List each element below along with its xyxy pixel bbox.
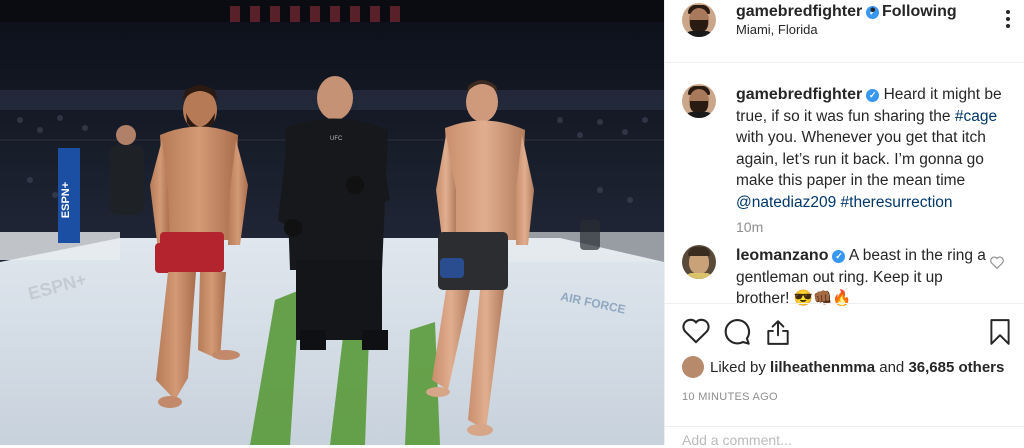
verified-badge-icon: ✓	[866, 89, 880, 102]
liker-avatar[interactable]	[682, 356, 704, 378]
comment-icon[interactable]	[723, 318, 751, 346]
likes-summary: Liked by lilheathenmma and 36,685 others	[682, 356, 1004, 378]
post-actions: Liked by lilheathenmma and 36,685 others…	[665, 303, 1024, 419]
svg-text:ESPN+: ESPN+	[60, 182, 72, 218]
bookmark-icon[interactable]	[989, 318, 1011, 346]
likes-prefix: Liked by	[710, 359, 771, 376]
post-header: gamebredfighter ✓ • Following Miami, Flor…	[665, 0, 1024, 63]
comment-text: leomanzano ✓ A beast in the ring a gentle…	[736, 245, 986, 310]
following-button[interactable]: Following	[882, 3, 957, 21]
commenter-username[interactable]: leomanzano	[736, 247, 828, 264]
share-icon[interactable]	[765, 318, 791, 346]
author-username-text[interactable]: gamebredfighter	[736, 3, 862, 20]
hashtag-cage[interactable]: #cage	[955, 108, 997, 125]
svg-text:UFC: UFC	[330, 136, 343, 142]
caption-author-avatar[interactable]	[682, 84, 716, 118]
heart-icon[interactable]	[682, 318, 710, 344]
likes-count[interactable]: 36,685 others	[908, 359, 1004, 376]
caption-time[interactable]: 10m	[736, 219, 763, 235]
author-username[interactable]: gamebredfighter ✓	[736, 3, 880, 21]
divider	[665, 426, 1024, 427]
comment-like-heart-icon[interactable]	[990, 256, 1004, 269]
hashtag-theresurrection[interactable]: #theresurrection	[841, 194, 953, 211]
add-comment-input[interactable]: Add a comment...	[682, 432, 792, 448]
author-avatar[interactable]	[682, 3, 716, 37]
post-photo[interactable]: ESPN+ AIR FORCE ESPN+ UFC	[0, 0, 664, 445]
instagram-post: ESPN+ AIR FORCE ESPN+ UFC gamebredfighte…	[0, 0, 1024, 448]
more-options-icon[interactable]	[1005, 10, 1011, 32]
post-timestamp[interactable]: 10 MINUTES AGO	[682, 391, 778, 403]
post-location[interactable]: Miami, Florida	[736, 22, 818, 37]
caption-author-username[interactable]: gamebredfighter	[736, 86, 862, 103]
caption-text: gamebredfighter ✓ Heard it might be true,…	[736, 84, 1021, 213]
liker-username[interactable]: lilheathenmma	[770, 359, 875, 376]
ufc-octagon-photo: ESPN+ AIR FORCE ESPN+ UFC	[0, 0, 664, 445]
separator-dot: •	[870, 2, 876, 19]
likes-middle: and	[875, 359, 909, 376]
commenter-avatar[interactable]	[682, 245, 716, 279]
mention-natediaz209[interactable]: @natediaz209	[736, 194, 836, 211]
verified-badge-icon: ✓	[832, 250, 846, 263]
caption-text-part: with you. Whenever you get that itch aga…	[736, 129, 986, 189]
post-sidebar: gamebredfighter ✓ • Following Miami, Flor…	[664, 0, 1024, 448]
